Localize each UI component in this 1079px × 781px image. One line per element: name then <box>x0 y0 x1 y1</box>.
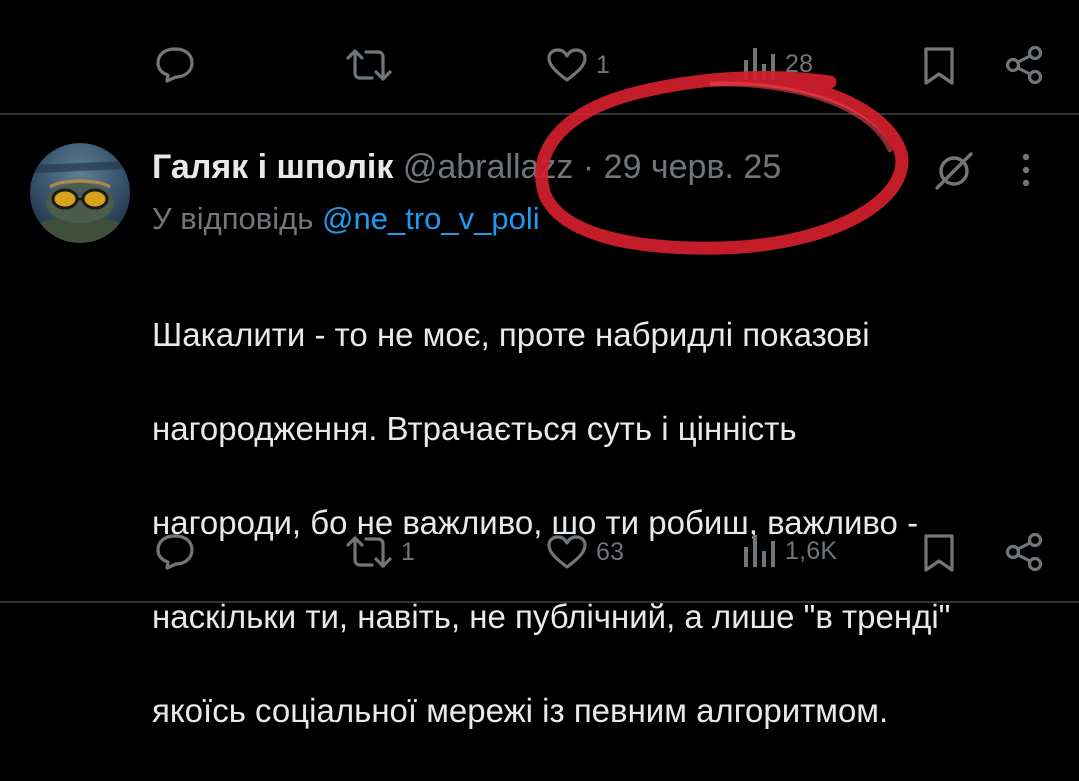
reply-button[interactable] <box>155 533 203 571</box>
avatar-image <box>30 161 130 243</box>
grok-icon <box>932 152 976 197</box>
tweet-header: Галяк і шполік @abrallazz · 29 черв. 25 <box>152 147 781 187</box>
tweet-text-line: нагородження. Втрачається суть і цінніст… <box>152 410 797 447</box>
views-icon <box>743 534 777 568</box>
repost-icon <box>345 534 393 570</box>
share-icon <box>1004 45 1044 85</box>
tweet-date[interactable]: 29 черв. 25 <box>604 148 782 186</box>
views-button[interactable]: 28 <box>743 47 813 81</box>
reply-button[interactable] <box>155 46 203 84</box>
repost-count: 1 <box>401 537 416 566</box>
reply-icon <box>155 533 195 571</box>
bookmark-icon <box>922 533 956 573</box>
author-name[interactable]: Галяк і шполік <box>152 148 393 186</box>
share-button[interactable] <box>1004 45 1044 85</box>
tweet-text-line: Шакалити - то не моє, проте набридлі пок… <box>152 316 870 353</box>
grok-button[interactable] <box>932 149 976 198</box>
avatar[interactable] <box>30 143 130 243</box>
bookmark-icon <box>922 46 956 86</box>
views-count: 28 <box>785 49 814 78</box>
reply-prefix: У відповідь <box>152 201 314 236</box>
tweet-text: Шакалити - то не моє, проте набридлі пок… <box>152 264 1052 781</box>
more-options-button[interactable] <box>1016 152 1036 193</box>
views-icon <box>743 47 777 81</box>
more-icon <box>1016 153 1036 192</box>
like-button[interactable]: 1 <box>546 47 610 83</box>
views-count: 1,6K <box>785 536 838 565</box>
tweet-text-line: якоїсь соціальної мережі із певним алгор… <box>152 692 889 729</box>
repost-icon <box>345 47 393 83</box>
reply-context: У відповідь @ne_tro_v_poli <box>152 199 540 239</box>
like-icon <box>546 534 588 570</box>
views-button[interactable]: 1,6K <box>743 534 837 568</box>
bookmark-button[interactable] <box>922 533 956 573</box>
like-icon <box>546 47 588 83</box>
like-button[interactable]: 63 <box>546 534 624 570</box>
reply-mention-link[interactable]: @ne_tro_v_poli <box>322 201 540 236</box>
like-count: 63 <box>596 537 625 566</box>
like-count: 1 <box>596 50 611 79</box>
tweet-divider <box>0 601 1079 603</box>
author-handle[interactable]: @abrallazz <box>403 148 574 186</box>
reply-icon <box>155 46 195 84</box>
share-button[interactable] <box>1004 532 1044 572</box>
bookmark-button[interactable] <box>922 46 956 86</box>
repost-button[interactable] <box>345 47 401 83</box>
share-icon <box>1004 532 1044 572</box>
header-separator: · <box>582 148 595 186</box>
repost-button[interactable]: 1 <box>345 534 415 570</box>
tweet-divider <box>0 113 1079 115</box>
